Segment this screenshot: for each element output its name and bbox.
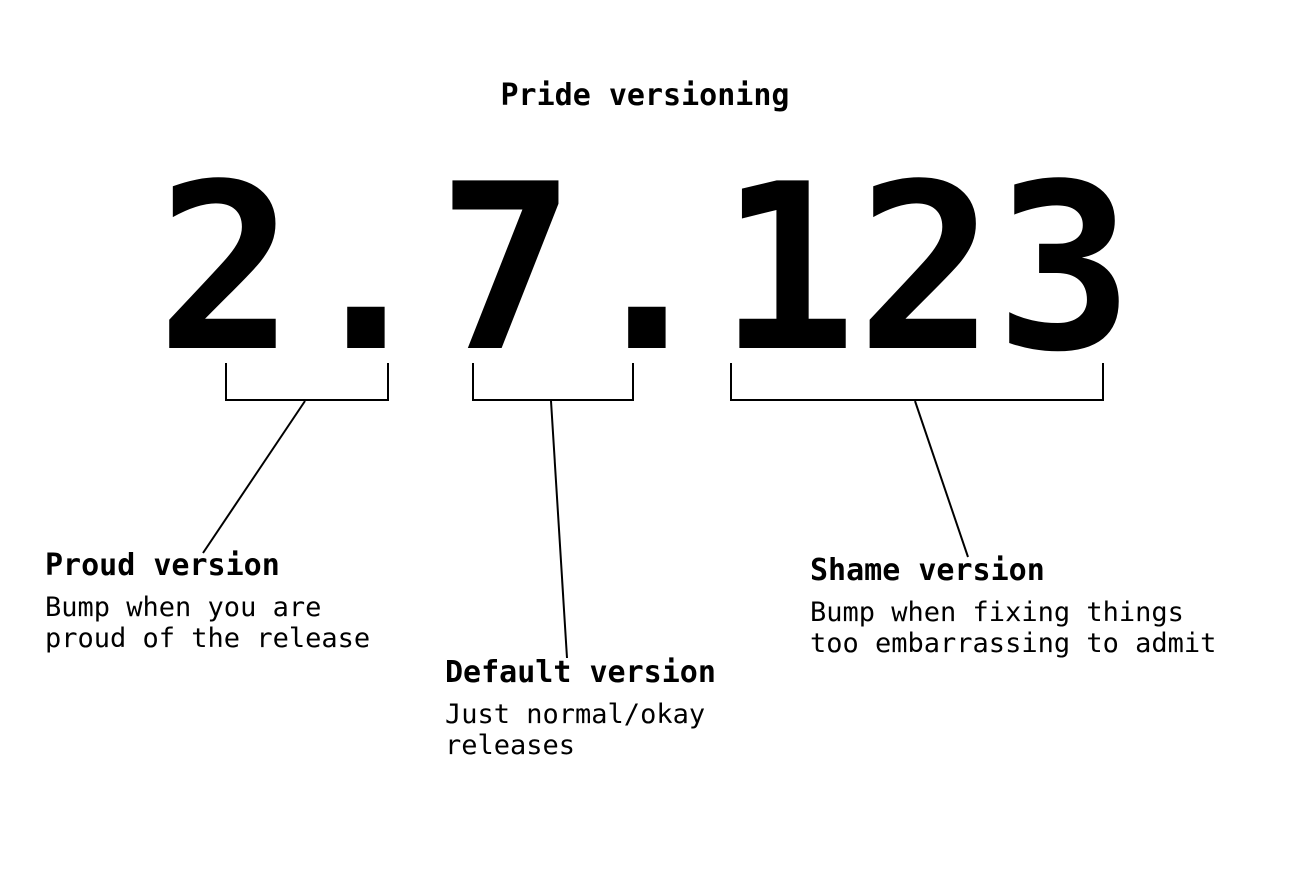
callout-shame: Shame version Bump when fixing things to…: [810, 554, 1260, 659]
callout-shame-heading: Shame version: [810, 554, 1260, 587]
pointer-line-shame: [915, 401, 968, 557]
pointer-line-default: [551, 401, 567, 658]
version-number: 2.7.123: [0, 170, 1290, 370]
bracket-default: [472, 363, 634, 401]
version-segment-proud: 2: [156, 170, 294, 370]
callout-default-heading: Default version: [445, 656, 805, 689]
version-segment-default: 7: [437, 170, 575, 370]
callout-default-desc: Just normal/okay releases: [445, 699, 805, 761]
callout-proud-heading: Proud version: [45, 549, 465, 582]
callout-default: Default version Just normal/okay release…: [445, 656, 805, 761]
callout-proud: Proud version Bump when you are proud of…: [45, 549, 465, 654]
bracket-proud: [225, 363, 389, 401]
callout-shame-desc: Bump when fixing things too embarrassing…: [810, 597, 1260, 659]
bracket-shame: [730, 363, 1104, 401]
version-dot-2: .: [576, 170, 718, 370]
version-segment-shame: 123: [718, 170, 1133, 370]
callout-proud-desc: Bump when you are proud of the release: [45, 592, 465, 654]
version-dot-1: .: [295, 170, 437, 370]
diagram-stage: Pride versioning 2.7.123 Proud version B…: [0, 0, 1290, 871]
pointer-line-proud: [203, 401, 305, 553]
page-title: Pride versioning: [0, 78, 1290, 113]
